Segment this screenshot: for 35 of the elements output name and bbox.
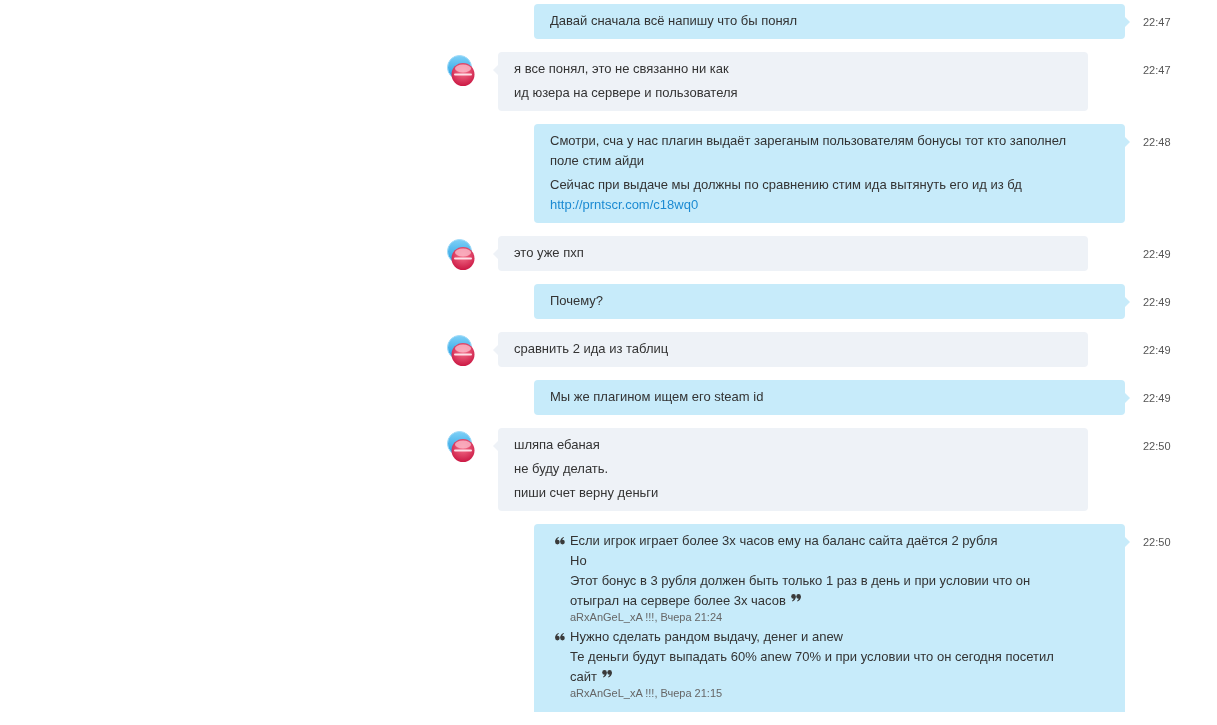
message-link[interactable]: http://prntscr.com/c18wq0	[550, 197, 699, 212]
quote-open-icon	[555, 633, 565, 641]
message-text: Мы же плагином ищем его steam id	[550, 388, 765, 406]
message-text: шляпа ебаная	[514, 436, 601, 454]
message-text: это уже пхп	[514, 244, 585, 262]
message-text: Сейчас при выдаче мы должны по сравнению стим ида вытянуть его ид из бд http://prntscr.com/c18wq0	[550, 176, 1023, 214]
message-text: сравнить 2 ида из таблиц	[514, 340, 670, 358]
quote-open-icon	[555, 537, 565, 545]
message-time: 22:49	[1143, 343, 1171, 358]
message-time: 22:50	[1143, 535, 1171, 550]
message-time: 22:48	[1143, 135, 1171, 150]
message-time: 22:49	[1143, 247, 1171, 262]
quote-close-icon	[790, 594, 801, 602]
quote-close-icon	[601, 670, 612, 678]
quote-text: Но	[570, 552, 587, 570]
message-time: 22:50	[1143, 439, 1171, 454]
quote-text: Те деньги будут выпадать 60% anew 70% и при условии что он сегодня посетил	[570, 648, 1054, 666]
quote-text: сайт	[570, 668, 597, 686]
message-time: 22:47	[1143, 15, 1171, 30]
message-text: не буду делать.	[514, 460, 610, 478]
quote-author: aRxAnGeL_xA !!!, Вчера 21:24	[570, 611, 723, 623]
message-text: Смотри, сча у нас плагин выдаёт зареганым пользователям бонусы тот кто заполнел поле стим айди	[550, 132, 1068, 170]
message-text: Почему?	[550, 292, 605, 310]
message-time: 22:47	[1143, 63, 1171, 78]
quote-text: Если игрок играет более 3х часов ему на баланс сайта даётся 2 рубля	[570, 532, 998, 550]
quote-text: отыграл на сервере более 3х часов	[570, 592, 786, 610]
message-time: 22:49	[1143, 391, 1171, 406]
message-text: Давай сначала всё напишу что бы понял	[550, 12, 799, 30]
quote-text: Этот бонус в 3 рубля должен быть только 1 раз в день и при условии что он	[570, 572, 1031, 590]
message-time: 22:49	[1143, 295, 1171, 310]
quote-text: Нужно сделать рандом выдачу, денег и anew	[570, 628, 843, 646]
quote-author: aRxAnGeL_xA !!!, Вчера 21:15	[570, 687, 723, 699]
message-text: пиши счет верну деньги	[514, 484, 660, 502]
message-text: я все понял, это не связанно ни как	[514, 60, 730, 78]
message-text: ид юзера на сервере и пользователя	[514, 84, 739, 102]
